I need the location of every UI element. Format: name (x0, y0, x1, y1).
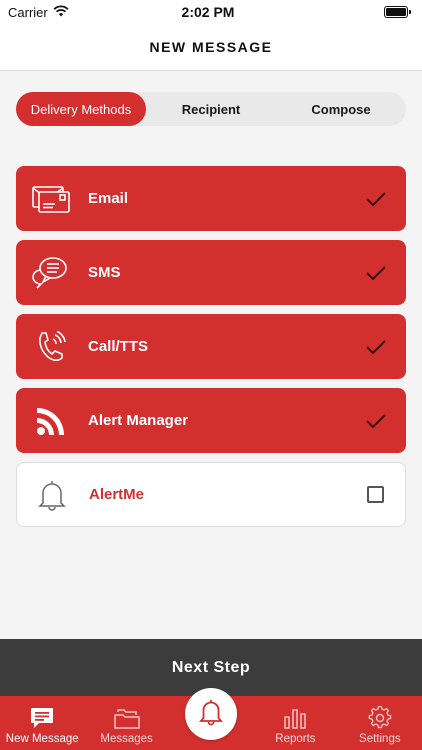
checkmark-icon (364, 261, 388, 285)
carrier-label: Carrier (8, 4, 48, 20)
tab-reports[interactable]: Reports (253, 696, 337, 750)
tab-settings[interactable]: Settings (338, 696, 422, 750)
delivery-method-list: Email SMS Call/TTS Alert Manager AlertMe (16, 166, 406, 536)
gear-icon (368, 705, 392, 731)
new-message-icon (30, 705, 54, 731)
segment-compose[interactable]: Compose (276, 92, 406, 126)
method-call-tts[interactable]: Call/TTS (16, 314, 406, 379)
alert-bell-button[interactable] (185, 688, 238, 740)
method-call-tts-label: Call/TTS (88, 338, 149, 355)
battery-icon (383, 6, 411, 18)
wifi-icon (53, 4, 69, 20)
method-alert-manager[interactable]: Alert Manager (16, 388, 406, 453)
method-alertme-label: AlertMe (89, 486, 145, 503)
bell-icon (31, 474, 73, 516)
phone-icon (30, 326, 72, 368)
tab-messages-label: Messages (100, 733, 153, 745)
method-sms[interactable]: SMS (16, 240, 406, 305)
segment-delivery-methods[interactable]: Delivery Methods (16, 92, 146, 126)
sms-icon (30, 252, 72, 294)
tab-reports-label: Reports (275, 733, 316, 745)
tab-messages[interactable]: Messages (84, 696, 168, 750)
checkmark-icon (364, 409, 388, 433)
page-title: NEW MESSAGE (149, 39, 273, 55)
folder-icon (113, 705, 140, 731)
status-bar: Carrier 2:02 PM (0, 0, 422, 24)
tab-settings-label: Settings (359, 733, 401, 745)
method-sms-label: SMS (88, 264, 121, 281)
nav-header: NEW MESSAGE (0, 24, 422, 71)
step-segmented-control: Delivery Methods Recipient Compose (16, 92, 406, 126)
method-email[interactable]: Email (16, 166, 406, 231)
method-email-label: Email (88, 190, 129, 207)
bar-chart-icon (283, 705, 307, 731)
tab-new-message-label: New Message (5, 733, 79, 745)
alertme-checkbox[interactable] (366, 486, 384, 503)
email-icon (30, 178, 72, 220)
method-alertme[interactable]: AlertMe (16, 462, 406, 527)
tab-bar: New Message Messages Reports Settings (0, 688, 422, 750)
rss-icon (30, 400, 72, 442)
checkmark-icon (364, 335, 388, 359)
bell-icon (199, 698, 223, 731)
segment-recipient[interactable]: Recipient (146, 92, 276, 126)
tab-new-message[interactable]: New Message (0, 696, 84, 750)
status-time: 2:02 PM (181, 4, 235, 20)
checkmark-icon (364, 187, 388, 211)
method-alert-manager-label: Alert Manager (88, 412, 189, 429)
